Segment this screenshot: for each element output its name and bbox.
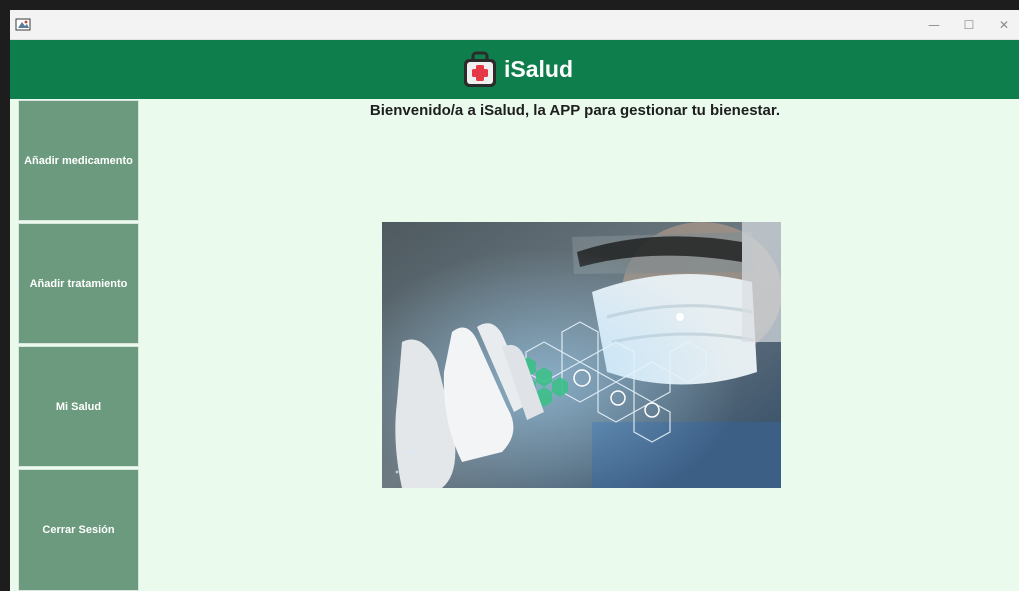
my-health-label: Mi Salud — [55, 400, 102, 413]
medical-kit-icon — [463, 51, 496, 87]
title-bar: — ☐ ✕ — [10, 10, 1019, 40]
minimize-button[interactable]: — — [916, 10, 952, 39]
close-button[interactable]: ✕ — [986, 10, 1019, 39]
app-logo: iSalud — [462, 51, 573, 89]
hero-image — [382, 222, 781, 488]
add-medication-label: Añadir medicamento — [24, 154, 133, 167]
app-title: iSalud — [503, 56, 573, 82]
add-treatment-label: Añadir tratamiento — [29, 277, 128, 290]
maximize-button[interactable]: ☐ — [951, 10, 987, 39]
sidebar-nav: Añadir medicamento Añadir tratamiento Mi… — [18, 100, 139, 591]
logout-label: Cerrar Sesión — [42, 524, 115, 536]
my-health-button[interactable]: Mi Salud — [18, 346, 139, 467]
java-app-icon — [15, 18, 31, 31]
welcome-heading: Bienvenido/a a iSalud, la APP para gesti… — [369, 102, 781, 119]
logout-button[interactable]: Cerrar Sesión — [18, 469, 139, 591]
add-treatment-button[interactable]: Añadir tratamiento — [18, 223, 139, 344]
app-header: iSalud — [10, 40, 1019, 99]
add-medication-button[interactable]: Añadir medicamento — [18, 100, 139, 221]
app-window: — ☐ ✕ iSalud Añadir medicamento Añadir t… — [10, 10, 1019, 591]
